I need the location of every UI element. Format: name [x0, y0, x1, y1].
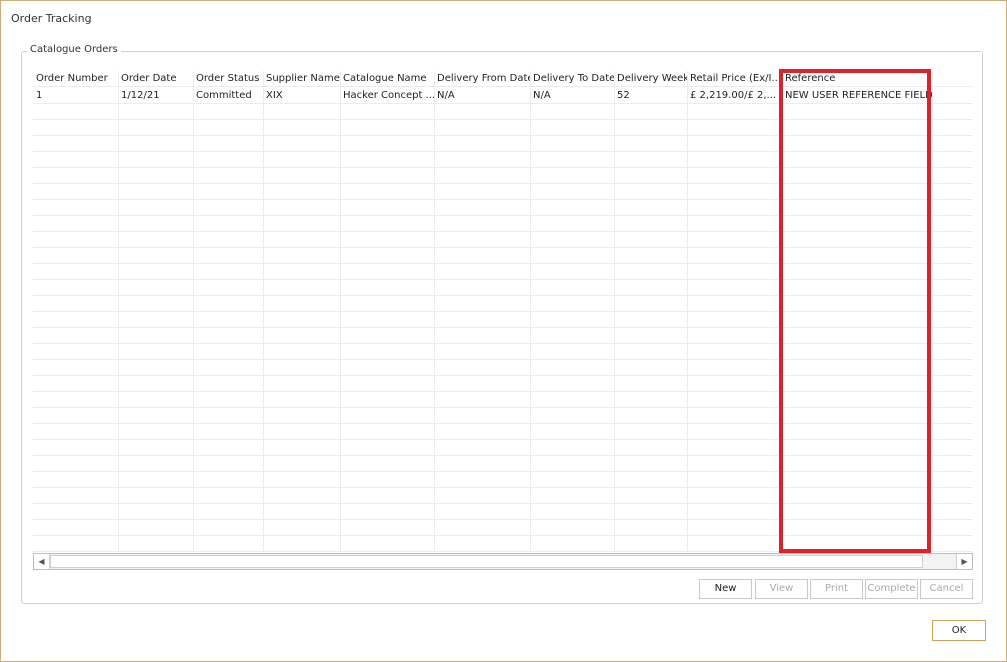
- empty-row: [33, 184, 973, 200]
- empty-row: [33, 216, 973, 232]
- empty-row: [33, 232, 973, 248]
- empty-row: [33, 376, 973, 392]
- empty-row: [33, 104, 973, 120]
- scroll-left-icon[interactable]: ◀: [34, 554, 50, 569]
- cell-delivery-from-date: N/A: [437, 90, 455, 101]
- column-divider: [932, 71, 933, 552]
- empty-row: [33, 312, 973, 328]
- cell-reference: NEW USER REFERENCE FIELD: [785, 90, 932, 101]
- column-header-retail-price[interactable]: Retail Price (Ex/I...: [687, 71, 780, 87]
- cell-catalogue-name: Hacker Concept ...: [343, 90, 434, 101]
- empty-row: [33, 296, 973, 312]
- column-header-delivery-from-date[interactable]: Delivery From Date: [434, 71, 530, 87]
- column-divider: [193, 71, 194, 552]
- scroll-right-icon[interactable]: ▶: [956, 554, 972, 569]
- orders-grid[interactable]: Order Number Order Date Order Status Sup…: [33, 71, 973, 552]
- cell-delivery-week: 52: [617, 90, 630, 101]
- column-divider: [530, 71, 531, 552]
- column-divider: [434, 71, 435, 552]
- cell-order-date: 1/12/21: [121, 90, 160, 101]
- empty-row: [33, 328, 973, 344]
- empty-row: [33, 488, 973, 504]
- empty-row: [33, 264, 973, 280]
- scrollbar-thumb[interactable]: [50, 555, 923, 568]
- empty-row: [33, 120, 973, 136]
- column-header-order-number[interactable]: Order Number: [33, 71, 118, 87]
- column-header-delivery-week[interactable]: Delivery Week: [614, 71, 687, 87]
- catalogue-orders-legend: Catalogue Orders: [27, 44, 121, 55]
- empty-row: [33, 344, 973, 360]
- empty-row: [33, 152, 973, 168]
- cell-order-status: Committed: [196, 90, 252, 101]
- empty-row: [33, 248, 973, 264]
- print-button[interactable]: Print: [810, 579, 863, 599]
- cell-retail-price: £ 2,219.00/£ 2,...: [690, 90, 777, 101]
- column-divider: [340, 71, 341, 552]
- new-button[interactable]: New: [699, 579, 752, 599]
- complete-button[interactable]: Complete: [865, 579, 918, 599]
- empty-row: [33, 424, 973, 440]
- empty-row: [33, 168, 973, 184]
- cancel-button[interactable]: Cancel: [920, 579, 973, 599]
- empty-row: [33, 136, 973, 152]
- empty-row: [33, 200, 973, 216]
- column-divider: [780, 71, 781, 552]
- window-title: Order Tracking: [11, 12, 92, 25]
- view-button[interactable]: View: [755, 579, 808, 599]
- column-divider: [614, 71, 615, 552]
- empty-row: [33, 456, 973, 472]
- column-divider: [687, 71, 688, 552]
- column-divider: [263, 71, 264, 552]
- column-header-order-date[interactable]: Order Date: [118, 71, 193, 87]
- empty-row: [33, 280, 973, 296]
- empty-row: [33, 536, 973, 552]
- cell-order-number: 1: [36, 90, 43, 101]
- empty-row: [33, 504, 973, 520]
- empty-row: [33, 520, 973, 536]
- column-header-order-status[interactable]: Order Status: [193, 71, 263, 87]
- grid-header-row: Order Number Order Date Order Status Sup…: [33, 71, 973, 87]
- empty-row: [33, 472, 973, 488]
- ok-button[interactable]: OK: [932, 620, 986, 641]
- column-divider: [118, 71, 119, 552]
- empty-row: [33, 392, 973, 408]
- empty-row: [33, 440, 973, 456]
- table-row[interactable]: 1 1/12/21 Committed XIX Hacker Concept .…: [33, 88, 973, 104]
- cell-supplier-name: XIX: [266, 90, 283, 101]
- column-header-supplier-name[interactable]: Supplier Name: [263, 71, 340, 87]
- empty-row: [33, 360, 973, 376]
- cell-delivery-to-date: N/A: [533, 90, 551, 101]
- column-header-delivery-to-date[interactable]: Delivery To Date: [530, 71, 614, 87]
- horizontal-scrollbar[interactable]: ◀ ▶: [33, 553, 973, 570]
- column-header-reference[interactable]: Reference: [782, 71, 932, 87]
- order-tracking-window: Order Tracking Catalogue Orders Order Nu…: [0, 0, 1007, 662]
- empty-row: [33, 408, 973, 424]
- column-header-catalogue-name[interactable]: Catalogue Name: [340, 71, 434, 87]
